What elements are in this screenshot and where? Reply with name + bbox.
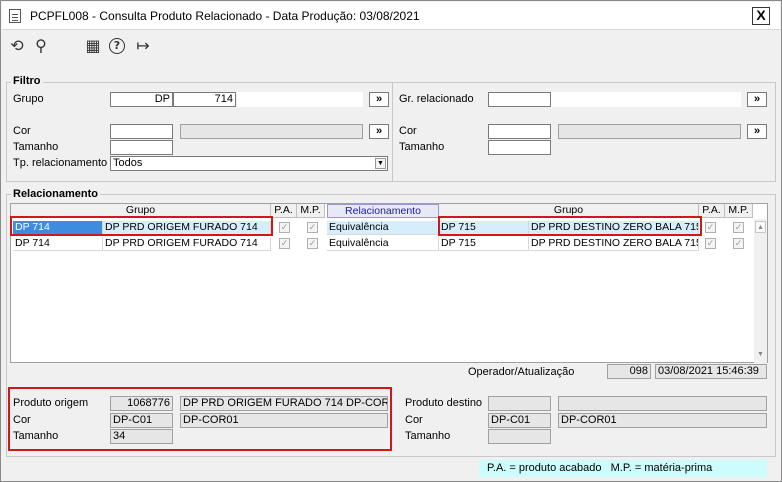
grupo-lookup-button[interactable]: » (369, 92, 389, 107)
grupo-desc-field (237, 92, 363, 107)
row1-pa-checkbox[interactable]: ✓ (279, 222, 290, 233)
row2-code[interactable]: DP 714 (13, 237, 103, 251)
cor-relacionado-desc-field (558, 124, 741, 139)
calendar-icon[interactable]: ▦ (84, 37, 102, 55)
header-mp-destino[interactable]: M.P. (725, 204, 753, 218)
scroll-down-icon[interactable]: ▼ (755, 349, 766, 361)
tamanho-field[interactable] (110, 140, 173, 155)
produto-origem-cor-desc: DP-COR01 (180, 413, 388, 428)
cor-lookup-button[interactable]: » (369, 124, 389, 139)
produto-destino-label: Produto destino (405, 397, 483, 409)
row1-relacionamento[interactable]: Equivalência (327, 221, 439, 235)
header-pa[interactable]: P.A. (271, 204, 297, 218)
filtro-divider (392, 83, 393, 181)
cor-relacionado-lookup-button[interactable]: » (747, 124, 767, 139)
highlight-origem-row (10, 216, 273, 236)
highlight-destino-row (438, 216, 702, 236)
tamanho-relacionado-field[interactable] (488, 140, 551, 155)
produto-destino-cor-desc: DP-COR01 (558, 413, 767, 428)
chevron-down-icon[interactable]: ▼ (375, 158, 386, 169)
cor-code-field[interactable] (110, 124, 173, 139)
gr-relacionado-label: Gr. relacionado (399, 93, 474, 105)
grupo-label: Grupo (13, 93, 44, 105)
gr-relacionado-code-field[interactable] (488, 92, 551, 107)
header-pa-destino[interactable]: P.A. (699, 204, 725, 218)
grupo-number-field[interactable]: 714 (173, 92, 236, 107)
row1-mp-destino-checkbox[interactable]: ✓ (733, 222, 744, 233)
cor-relacionado-code-field[interactable] (488, 124, 551, 139)
produto-destino-cor-label: Cor (405, 414, 423, 426)
header-relacionamento[interactable]: Relacionamento (327, 204, 439, 218)
produto-origem-descricao: DP PRD ORIGEM FURADO 714 DP-COR01 34 (180, 396, 388, 411)
search-icon[interactable]: ⚲ (32, 37, 50, 55)
produto-origem-codigo: 1068776 (110, 396, 173, 411)
title-bar: PCPFL008 - Consulta Produto Relacionado … (2, 2, 780, 30)
tamanho-relacionado-label: Tamanho (399, 141, 445, 153)
row2-relacionamento[interactable]: Equivalência (327, 237, 439, 251)
produto-destino-codigo (488, 396, 551, 411)
help-icon[interactable]: ? (109, 38, 125, 54)
row1-pa-destino-checkbox[interactable]: ✓ (705, 222, 716, 233)
close-button[interactable]: X (752, 7, 770, 25)
produto-origem-cor-code: DP-C01 (110, 413, 173, 428)
produto-destino-cor-code: DP-C01 (488, 413, 551, 428)
gr-relacionado-desc-field (551, 92, 741, 107)
window-title: PCPFL008 - Consulta Produto Relacionado … (30, 9, 420, 23)
tamanho-label: Tamanho (13, 141, 59, 153)
cor-desc-field (180, 124, 363, 139)
document-icon (9, 9, 21, 23)
refresh-icon[interactable]: ⟲ (8, 37, 26, 55)
scroll-up-icon[interactable]: ▲ (755, 221, 766, 233)
header-mp[interactable]: M.P. (297, 204, 325, 218)
grid-scrollbar[interactable]: ▲ ▼ (754, 219, 767, 363)
row2-desc[interactable]: DP PRD ORIGEM FURADO 714 (103, 237, 271, 251)
grupo-code-field[interactable]: DP (110, 92, 173, 107)
main-window: PCPFL008 - Consulta Produto Relacionado … (0, 0, 782, 482)
row2-mp-checkbox[interactable]: ✓ (307, 238, 318, 249)
produto-destino-descricao (558, 396, 767, 411)
operador-label: Operador/Atualização (468, 366, 575, 378)
row2-pa-destino-checkbox[interactable]: ✓ (705, 238, 716, 249)
tp-relacionamento-value: Todos (113, 157, 143, 169)
produto-destino-tamanho (488, 429, 551, 444)
filtro-title: Filtro (11, 75, 43, 87)
cor-relacionado-label: Cor (399, 125, 417, 137)
row2-mp-destino-checkbox[interactable]: ✓ (733, 238, 744, 249)
produto-destino-tamanho-label: Tamanho (405, 430, 451, 442)
tp-relacionamento-select[interactable]: Todos ▼ (110, 156, 388, 171)
produto-origem-tamanho-label: Tamanho (13, 430, 59, 442)
cor-label: Cor (13, 125, 31, 137)
relacionamento-title: Relacionamento (11, 188, 100, 200)
row2-code-destino[interactable]: DP 715 (439, 237, 529, 251)
row1-mp-checkbox[interactable]: ✓ (307, 222, 318, 233)
atualizacao-field: 03/08/2021 15:46:39 (655, 364, 767, 379)
produto-origem-cor-label: Cor (13, 414, 31, 426)
exit-icon[interactable]: ↦ (134, 37, 152, 55)
operador-field: 098 (607, 364, 651, 379)
toolbar: ⟲ ⚲ ▦ ? ↦ (2, 31, 780, 63)
gr-relacionado-lookup-button[interactable]: » (747, 92, 767, 107)
produto-origem-tamanho: 34 (110, 429, 173, 444)
tp-relacionamento-label: Tp. relacionamento (13, 157, 108, 169)
row2-desc-destino[interactable]: DP PRD DESTINO ZERO BALA 715 (529, 237, 699, 251)
produto-origem-label: Produto origem (13, 397, 89, 409)
legend-bar: P.A. = produto acabado M.P. = matéria-pr… (479, 460, 767, 477)
row2-pa-checkbox[interactable]: ✓ (279, 238, 290, 249)
